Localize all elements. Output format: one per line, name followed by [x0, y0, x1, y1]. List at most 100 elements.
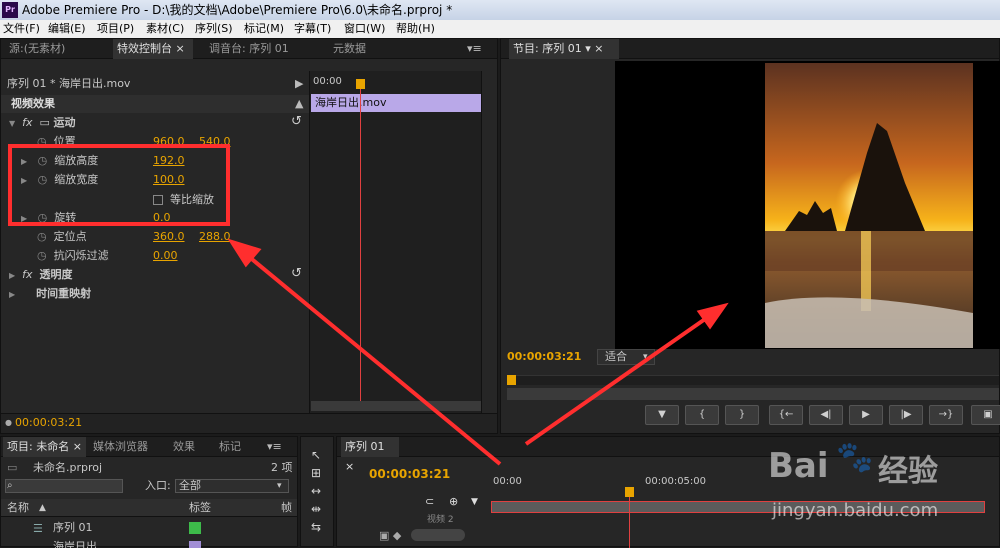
dropdown-icon[interactable]: ▾: [585, 42, 591, 55]
sequence-timecode[interactable]: 00:00:03:21: [369, 465, 450, 483]
program-ruler[interactable]: [507, 375, 999, 385]
track-height-slider[interactable]: [411, 529, 465, 541]
anchor-y-value[interactable]: 288.0: [199, 228, 231, 246]
project-search-input[interactable]: [5, 479, 123, 493]
go-to-in-button[interactable]: {←: [769, 405, 803, 425]
stopwatch-icon[interactable]: ◷: [37, 230, 47, 243]
ripple-edit-tool-icon[interactable]: ↔: [306, 484, 326, 500]
playhead-icon[interactable]: [356, 79, 365, 89]
snap-icon[interactable]: ⊂: [425, 493, 434, 511]
label-swatch: [189, 522, 201, 534]
close-icon[interactable]: ×: [73, 440, 82, 453]
col-name[interactable]: 名称: [7, 499, 29, 517]
rolling-edit-tool-icon[interactable]: ⇹: [306, 502, 326, 518]
tab-project[interactable]: 项目: 未命名 ×: [3, 437, 86, 457]
close-icon[interactable]: ×: [176, 42, 185, 55]
expand-right-icon[interactable]: ▶: [9, 290, 15, 299]
effect-timeline[interactable]: [309, 71, 481, 427]
link-icon[interactable]: ⊕: [449, 493, 458, 511]
scroll-up-icon[interactable]: ▲: [295, 95, 303, 113]
menu-edit[interactable]: 编辑(E): [48, 20, 86, 38]
tab-media-browser[interactable]: 媒体浏览器: [89, 437, 152, 457]
export-frame-button[interactable]: ▣: [971, 405, 1000, 425]
tab-sequence[interactable]: 序列 01 ×: [341, 437, 399, 473]
mark-in-button[interactable]: {: [685, 405, 719, 425]
panel-menu-icon[interactable]: ▾≡: [463, 39, 486, 59]
program-zoom-bar[interactable]: [507, 388, 999, 400]
sequence-playhead-icon[interactable]: [625, 487, 634, 497]
panel-menu-icon[interactable]: ▾≡: [263, 437, 286, 457]
paw-icon: 🐾: [836, 440, 874, 475]
anchor-x-value[interactable]: 360.0: [153, 228, 185, 246]
sort-up-icon[interactable]: ▲: [39, 499, 46, 517]
close-icon[interactable]: ×: [345, 460, 354, 473]
effect-controls-panel: 源:(无素材) 特效控制台 × 调音台: 序列 01 元数据 ▾≡ 序列 01 …: [0, 38, 498, 434]
vertical-scrollbar[interactable]: [481, 71, 495, 427]
item-name: 序列 01: [53, 521, 93, 534]
tab-markers[interactable]: 标记: [215, 437, 245, 457]
track-select-tool-icon[interactable]: ⊞: [306, 466, 326, 482]
sequence-playhead-line: [629, 497, 630, 548]
timeline-scrollbar[interactable]: [311, 401, 481, 411]
fx-icon[interactable]: fx: [22, 268, 32, 281]
fx-icon[interactable]: fx: [22, 116, 32, 129]
col-frame[interactable]: 帧: [281, 499, 292, 517]
menu-sequence[interactable]: 序列(S): [195, 20, 233, 38]
watermark-brand: Bai: [768, 446, 829, 486]
opacity-label: 透明度: [39, 268, 73, 281]
program-playhead-icon[interactable]: [507, 375, 516, 385]
track-toggle-icon[interactable]: ▣ ◆: [379, 527, 401, 545]
close-icon[interactable]: ×: [594, 42, 603, 55]
menu-title[interactable]: 字幕(T): [294, 20, 331, 38]
tab-effect-controls-label: 特效控制台: [117, 42, 172, 55]
tab-project-label: 项目: 未命名: [7, 440, 70, 453]
menu-window[interactable]: 窗口(W): [344, 20, 385, 38]
go-to-out-button[interactable]: →}: [929, 405, 963, 425]
stopwatch-icon[interactable]: ◷: [37, 249, 47, 262]
menu-clip[interactable]: 素材(C): [146, 20, 184, 38]
tab-program[interactable]: 节目: 序列 01 ▾ ×: [509, 39, 619, 59]
clip-bar-label: 海岸日出.mov: [315, 96, 387, 109]
menu-bar: 文件(F) 编辑(E) 项目(P) 素材(C) 序列(S) 标记(M) 字幕(T…: [0, 20, 1000, 38]
tab-audio-mixer[interactable]: 调音台: 序列 01: [205, 39, 293, 59]
step-forward-button[interactable]: |▶: [889, 405, 923, 425]
menu-help[interactable]: 帮助(H): [396, 20, 435, 38]
watermark-url: jingyan.baidu.com: [772, 500, 939, 521]
playhead-line: [360, 89, 361, 401]
top-tabbar: 源:(无素材) 特效控制台 × 调音台: 序列 01 元数据 ▾≡: [1, 39, 497, 59]
program-timecode[interactable]: 00:00:03:21: [507, 348, 581, 366]
anti-flicker-value[interactable]: 0.00: [153, 247, 178, 265]
project-item[interactable]: ☰ 序列 01: [1, 519, 297, 537]
reset-icon[interactable]: ↺: [291, 113, 302, 131]
program-monitor-panel: 节目: 序列 01 ▾ × 00:00:03:21 适合 ▾ ▼ {} {← …: [500, 38, 1000, 434]
video-frame-image: [765, 63, 973, 348]
motion-row: ▼ fx ▭ 运动: [9, 114, 75, 132]
col-label[interactable]: 标签: [189, 499, 211, 517]
step-back-button[interactable]: ◀|: [809, 405, 843, 425]
menu-marker[interactable]: 标记(M): [244, 20, 284, 38]
anti-flicker-label: 抗闪烁过滤: [53, 249, 109, 262]
play-button[interactable]: ▶: [849, 405, 883, 425]
tab-effect-controls[interactable]: 特效控制台 ×: [113, 39, 193, 59]
add-marker-icon[interactable]: ▼: [471, 493, 478, 511]
program-tabbar: 节目: 序列 01 ▾ ×: [501, 39, 999, 59]
menu-file[interactable]: 文件(F): [3, 20, 40, 38]
chevron-down-icon[interactable]: ▾: [643, 348, 648, 366]
video-viewer[interactable]: [615, 61, 1000, 349]
expand-right-icon[interactable]: ▶: [9, 271, 15, 280]
rate-stretch-tool-icon[interactable]: ⇆: [306, 520, 326, 536]
add-marker-button[interactable]: ▼: [645, 405, 679, 425]
current-timecode[interactable]: 00:00:03:21: [15, 414, 82, 432]
tab-source[interactable]: 源:(无素材): [5, 39, 69, 59]
tab-effects[interactable]: 效果: [169, 437, 199, 457]
video-effects-label: 视频效果: [11, 97, 55, 110]
mark-out-button[interactable]: }: [725, 405, 759, 425]
expand-down-icon[interactable]: ▼: [9, 119, 15, 128]
menu-project[interactable]: 项目(P): [97, 20, 134, 38]
time-remap-label: 时间重映射: [36, 287, 92, 300]
chevron-down-icon[interactable]: ▾: [277, 477, 282, 495]
selection-tool-icon[interactable]: ↖: [306, 448, 326, 464]
reset-icon[interactable]: ↺: [291, 265, 302, 283]
tab-metadata[interactable]: 元数据: [329, 39, 370, 59]
expand-arrow-icon[interactable]: ▶: [295, 75, 303, 93]
